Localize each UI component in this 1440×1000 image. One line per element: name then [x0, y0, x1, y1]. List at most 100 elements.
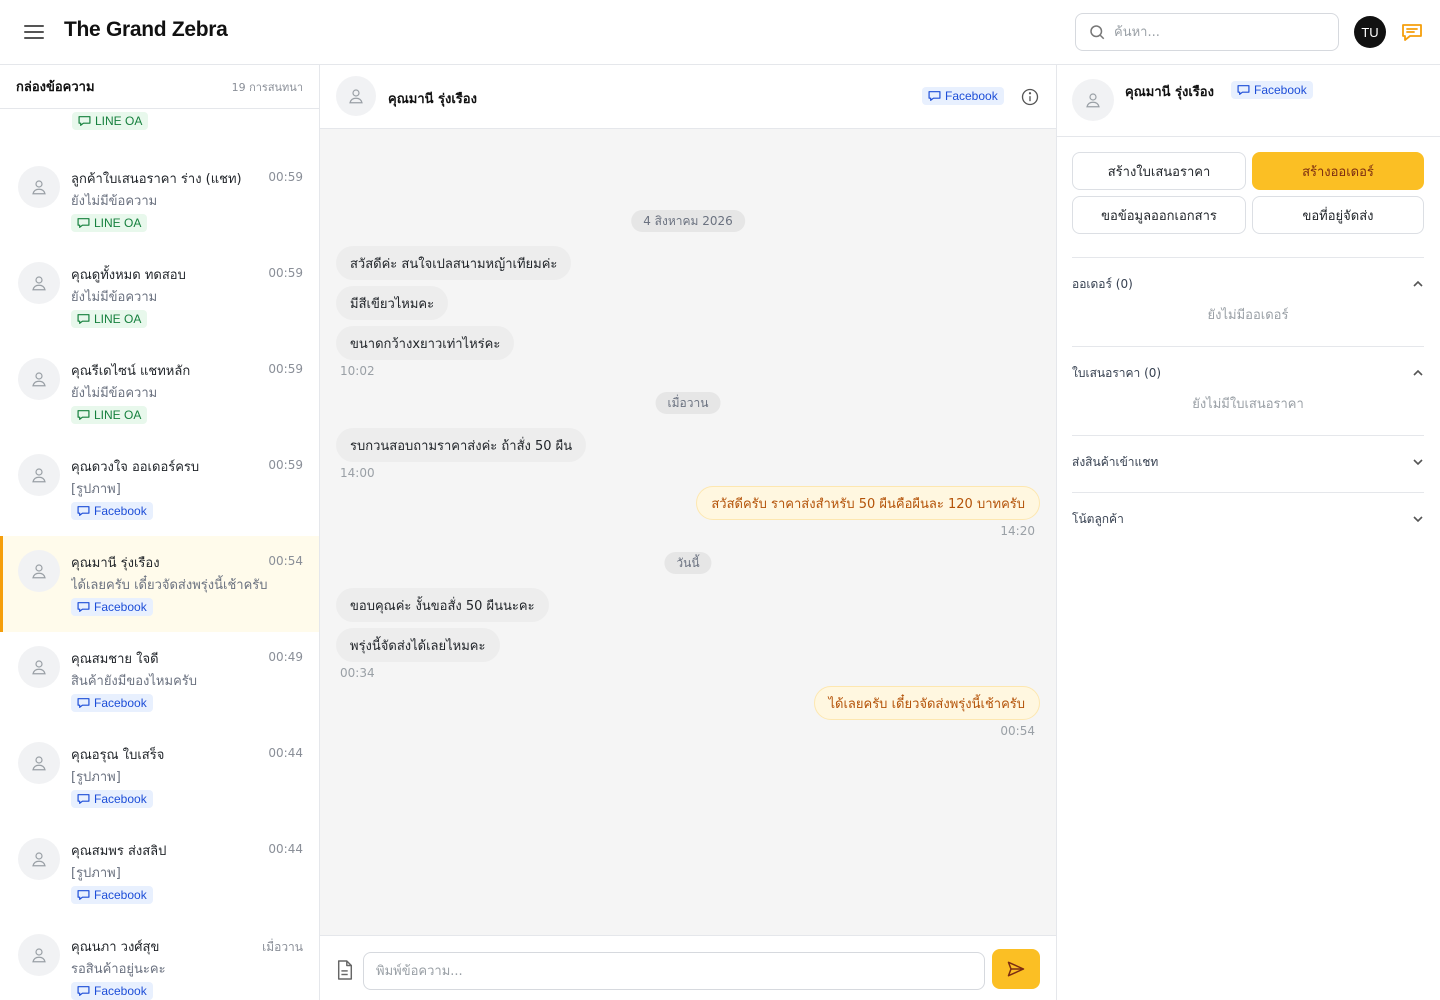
channel-label: LINE OA	[94, 312, 142, 326]
conversation-name: คุณนภา วงศ์สุข	[71, 940, 160, 955]
outgoing-message: สวัสดีครับ ราคาส่งสำหรับ 50 ผืนคือผืนละ …	[696, 486, 1040, 520]
conversation-item[interactable]: คุณสมพร ส่งสลิป 00:44 [รูปภาพ] Facebook	[0, 824, 319, 920]
conversation-name: คุณสมพร ส่งสลิป	[71, 844, 167, 859]
partial-channel-badge: LINE OA	[72, 112, 149, 131]
conversation-time: เมื่อวาน	[262, 940, 303, 954]
create-quote-button[interactable]: สร้างใบเสนอราคา	[1072, 152, 1246, 190]
request-tax-info-button[interactable]: ขอข้อมูลออกเอกสาร	[1072, 196, 1246, 234]
conversation-time: 00:44	[268, 842, 303, 856]
message-time: 14:20	[1000, 524, 1035, 538]
message-time: 10:02	[340, 364, 375, 378]
notes-section-toggle[interactable]: โน้ตลูกค้า	[1072, 509, 1424, 529]
message-time: 00:34	[340, 666, 375, 680]
conversation-name: คุณสมชาย ใจดี	[71, 652, 159, 667]
send-button[interactable]	[992, 949, 1040, 989]
create-order-button[interactable]: สร้างออเดอร์	[1252, 152, 1424, 190]
conversation-item[interactable]: ลูกค้าใบเสนอราคา ร่าง (แชท) 00:59 ยังไม่มี…	[0, 152, 319, 248]
conversation-preview: ยังไม่มีข้อความ	[71, 386, 158, 401]
info-icon[interactable]	[1020, 87, 1040, 107]
conversation-time: 00:59	[268, 266, 303, 280]
search-box[interactable]	[1075, 13, 1339, 51]
conversation-time: 00:59	[268, 458, 303, 472]
send-icon	[1007, 961, 1025, 977]
details-contact-name: คุณมานี รุ่งเรือง	[1125, 85, 1214, 100]
chat-channel-badge: Facebook	[922, 87, 1004, 106]
channel-badge: Facebook	[71, 982, 153, 1000]
conversation-item[interactable]: คุณมานี รุ่งเรือง 00:54 ได้เลยครับ เดี๋ยวจ…	[0, 536, 319, 632]
chat-bubble-icon	[77, 506, 90, 516]
conversation-name: คุณมานี รุ่งเรือง	[71, 556, 160, 571]
app-title: The Grand Zebra	[64, 18, 228, 41]
conversation-time: 00:54	[268, 554, 303, 568]
chevron-down-icon	[1413, 459, 1423, 466]
user-icon	[349, 89, 363, 104]
chat-icon[interactable]	[1400, 20, 1424, 44]
chat-bubble-icon	[77, 410, 90, 420]
chat-bubble-icon	[77, 698, 90, 708]
orders-empty-text: ยังไม่มีออเดอร์	[1207, 308, 1289, 323]
document-icon[interactable]	[336, 960, 354, 980]
chevron-down-icon	[1413, 516, 1423, 523]
conversation-time: 00:49	[268, 650, 303, 664]
quotes-section-toggle[interactable]: ใบเสนอราคา (0)	[1072, 363, 1424, 383]
quotes-section: ใบเสนอราคา (0) ยังไม่มีใบเสนอราคา	[1072, 346, 1424, 435]
incoming-message: สวัสดีค่ะ สนใจเปลสนามหญ้าเทียมค่ะ	[336, 246, 572, 280]
conversation-item[interactable]: คุณสมชาย ใจดี 00:49 สินค้ายังมีของไหมครับ F…	[0, 632, 319, 728]
notes-title: โน้ตลูกค้า	[1072, 511, 1124, 526]
chat-bubble-icon	[77, 794, 90, 804]
message-input[interactable]	[363, 952, 985, 990]
contact-avatar	[336, 76, 376, 116]
channel-label: Facebook	[94, 696, 147, 710]
chat-bubble-icon	[78, 116, 91, 126]
message-time: 00:54	[1000, 724, 1035, 738]
inbox-header: กล่องข้อความ 19 การสนทนา	[0, 65, 319, 109]
conversation-count: 19 การสนทนา	[231, 80, 303, 94]
conversation-item[interactable]: คุณนภา วงศ์สุข เมื่อวาน รอสินค้าอยู่นะคะ Fa…	[0, 920, 319, 1000]
user-icon	[32, 948, 46, 963]
contact-avatar	[18, 838, 60, 880]
conversation-name: คุณดวงใจ ออเดอร์ครบ	[71, 460, 200, 475]
chevron-up-icon	[1413, 369, 1423, 376]
conversation-item[interactable]: คุณดวงใจ ออเดอร์ครบ 00:59 [รูปภาพ] Facebook	[0, 440, 319, 536]
conversation-time: 00:59	[268, 362, 303, 376]
contact-avatar	[18, 454, 60, 496]
channel-label: Facebook	[945, 89, 998, 103]
incoming-message: ขอบคุณค่ะ งั้นขอสั่ง 50 ผืนนะคะ	[336, 588, 549, 622]
contact-avatar	[18, 166, 60, 208]
conversation-item[interactable]: คุณดูทั้งหมด ทดสอบ 00:59 ยังไม่มีข้อความ LI…	[0, 248, 319, 344]
user-icon	[1086, 93, 1100, 108]
user-avatar[interactable]: TU	[1354, 16, 1386, 48]
chat-header: คุณมานี รุ่งเรือง Facebook	[320, 65, 1056, 129]
channel-badge: LINE OA	[71, 310, 148, 329]
contact-avatar	[18, 934, 60, 976]
conversation-item[interactable]: คุณอรุณ ใบเสร็จ 00:44 [รูปภาพ] Facebook	[0, 728, 319, 824]
quotes-title: ใบเสนอราคา (0)	[1072, 365, 1162, 380]
request-address-button[interactable]: ขอที่อยู่จัดส่ง	[1252, 196, 1424, 234]
notes-section: โน้ตลูกค้า	[1072, 492, 1424, 549]
channel-label: Facebook	[94, 600, 147, 614]
conversation-time: 00:44	[268, 746, 303, 760]
message-time: 14:00	[340, 466, 375, 480]
send-product-section: ส่งสินค้าเข้าแชท	[1072, 435, 1424, 492]
top-bar: The Grand Zebra TU	[0, 0, 1440, 65]
incoming-message: รบกวนสอบถามราคาส่งค่ะ ถ้าสั่ง 50 ผืน	[336, 428, 587, 462]
channel-badge: Facebook	[71, 886, 153, 905]
orders-section-toggle[interactable]: ออเดอร์ (0)	[1072, 274, 1424, 294]
conversation-item[interactable]: คุณรีเดไซน์ แชทหลัก 00:59 ยังไม่มีข้อความ L…	[0, 344, 319, 440]
chat-bubble-icon	[928, 91, 941, 101]
send-product-section-toggle[interactable]: ส่งสินค้าเข้าแชท	[1072, 452, 1424, 472]
quotes-empty-text: ยังไม่มีใบเสนอราคา	[1192, 397, 1304, 412]
channel-badge: Facebook	[71, 598, 153, 617]
search-icon	[1090, 25, 1105, 40]
user-icon	[32, 468, 46, 483]
search-input[interactable]	[1114, 24, 1314, 40]
conversation-name: คุณดูทั้งหมด ทดสอบ	[71, 268, 186, 283]
channel-label: Facebook	[1254, 83, 1307, 97]
channel-badge: Facebook	[71, 790, 153, 809]
conversation-name: คุณอรุณ ใบเสร็จ	[71, 748, 165, 763]
menu-icon[interactable]	[22, 22, 46, 42]
customer-details-panel: คุณมานี รุ่งเรือง Facebook สร้างใบเสนอรา…	[1057, 65, 1440, 1000]
chat-bubble-icon	[77, 890, 90, 900]
chat-bubble-icon	[77, 986, 90, 996]
conversation-preview: [รูปภาพ]	[71, 482, 121, 497]
